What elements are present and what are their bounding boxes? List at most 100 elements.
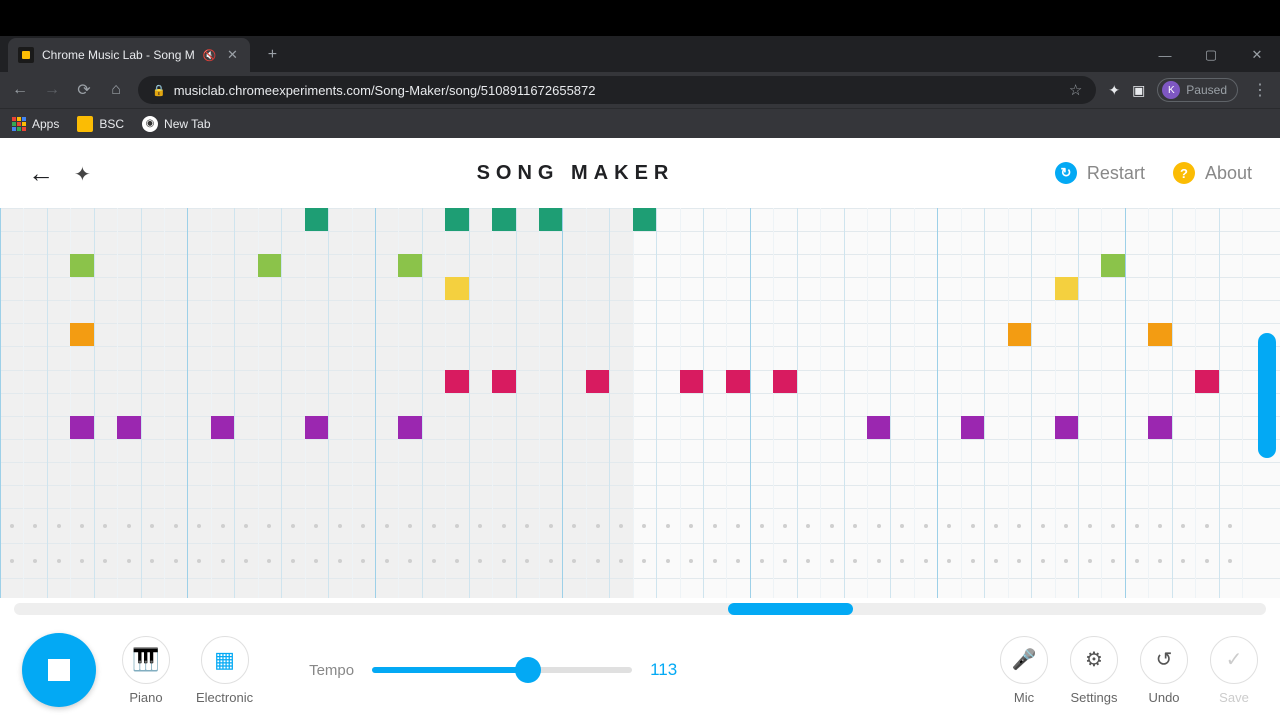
note-cell[interactable] xyxy=(398,254,421,277)
perc-cell[interactable] xyxy=(80,559,84,563)
perc-cell[interactable] xyxy=(806,524,810,528)
perc-cell[interactable] xyxy=(924,524,928,528)
perc-cell[interactable] xyxy=(1041,524,1045,528)
perc-cell[interactable] xyxy=(666,524,670,528)
hscroll-track[interactable] xyxy=(14,603,1266,615)
perc-cell[interactable] xyxy=(478,559,482,563)
note-cell[interactable] xyxy=(211,416,234,439)
perc-cell[interactable] xyxy=(1228,524,1232,528)
restart-button[interactable]: ↻ Restart xyxy=(1055,162,1145,184)
settings-button[interactable]: ⚙ Settings xyxy=(1070,636,1118,705)
perc-cell[interactable] xyxy=(783,559,787,563)
perc-cell[interactable] xyxy=(549,524,553,528)
perc-cell[interactable] xyxy=(713,524,717,528)
perc-cell[interactable] xyxy=(1017,559,1021,563)
note-cell[interactable] xyxy=(773,370,796,393)
perc-cell[interactable] xyxy=(221,559,225,563)
note-cell[interactable] xyxy=(1008,323,1031,346)
mic-button[interactable]: 🎤 Mic xyxy=(1000,636,1048,705)
perc-cell[interactable] xyxy=(432,559,436,563)
perc-cell[interactable] xyxy=(57,559,61,563)
perc-cell[interactable] xyxy=(174,559,178,563)
note-cell[interactable] xyxy=(70,416,93,439)
perc-cell[interactable] xyxy=(619,559,623,563)
perc-cell[interactable] xyxy=(314,524,318,528)
tempo-slider-thumb[interactable] xyxy=(515,657,541,683)
perc-cell[interactable] xyxy=(408,524,412,528)
note-cell[interactable] xyxy=(1148,416,1171,439)
perc-cell[interactable] xyxy=(1088,559,1092,563)
perc-cell[interactable] xyxy=(150,524,154,528)
minimize-icon[interactable]: — xyxy=(1142,38,1188,72)
home-button[interactable]: ⌂ xyxy=(106,81,126,99)
note-cell[interactable] xyxy=(1148,323,1171,346)
perc-cell[interactable] xyxy=(525,559,529,563)
perc-cell[interactable] xyxy=(1135,524,1139,528)
perc-cell[interactable] xyxy=(502,524,506,528)
bookmark-newtab[interactable]: ◉ New Tab xyxy=(142,116,210,132)
about-button[interactable]: ? About xyxy=(1173,162,1252,184)
perc-cell[interactable] xyxy=(57,524,61,528)
perc-cell[interactable] xyxy=(10,524,14,528)
perc-cell[interactable] xyxy=(572,524,576,528)
perc-cell[interactable] xyxy=(572,559,576,563)
perc-cell[interactable] xyxy=(478,524,482,528)
note-cell[interactable] xyxy=(1195,370,1218,393)
perc-cell[interactable] xyxy=(1181,559,1185,563)
perc-cell[interactable] xyxy=(127,559,131,563)
perc-cell[interactable] xyxy=(596,524,600,528)
perc-cell[interactable] xyxy=(947,559,951,563)
perc-cell[interactable] xyxy=(127,524,131,528)
perc-cell[interactable] xyxy=(900,524,904,528)
note-cell[interactable] xyxy=(1055,277,1078,300)
app-back-button[interactable]: ← xyxy=(28,158,54,189)
perc-cell[interactable] xyxy=(174,524,178,528)
perc-cell[interactable] xyxy=(853,524,857,528)
perc-cell[interactable] xyxy=(291,559,295,563)
perc-cell[interactable] xyxy=(1064,559,1068,563)
browser-tab[interactable]: Chrome Music Lab - Song M 🔇 ✕ xyxy=(8,38,250,72)
undo-button[interactable]: ↺ Undo xyxy=(1140,636,1188,705)
note-cell[interactable] xyxy=(305,416,328,439)
note-cell[interactable] xyxy=(492,208,515,231)
perc-cell[interactable] xyxy=(1064,524,1068,528)
perc-cell[interactable] xyxy=(1228,559,1232,563)
hscroll-thumb[interactable] xyxy=(728,603,853,615)
bookmark-apps[interactable]: Apps xyxy=(12,117,59,131)
perc-cell[interactable] xyxy=(900,559,904,563)
close-tab-icon[interactable]: ✕ xyxy=(224,47,240,63)
perc-cell[interactable] xyxy=(197,524,201,528)
bookmark-bsc[interactable]: BSC xyxy=(77,116,124,132)
perc-cell[interactable] xyxy=(642,559,646,563)
note-cell[interactable] xyxy=(492,370,515,393)
mute-icon[interactable]: 🔇 xyxy=(203,49,217,62)
note-cell[interactable] xyxy=(586,370,609,393)
profile-chip[interactable]: K Paused xyxy=(1157,78,1238,102)
url-input[interactable]: 🔒 musiclab.chromeexperiments.com/Song-Ma… xyxy=(138,76,1096,104)
note-grid[interactable] xyxy=(0,208,1280,598)
perc-cell[interactable] xyxy=(619,524,623,528)
perc-cell[interactable] xyxy=(596,559,600,563)
perc-cell[interactable] xyxy=(1088,524,1092,528)
perc-cell[interactable] xyxy=(33,524,37,528)
tempo-slider[interactable] xyxy=(372,667,632,673)
perc-cell[interactable] xyxy=(549,559,553,563)
perc-cell[interactable] xyxy=(338,559,342,563)
close-window-icon[interactable]: ✕ xyxy=(1234,38,1280,72)
perc-cell[interactable] xyxy=(408,559,412,563)
perc-cell[interactable] xyxy=(33,559,37,563)
reload-button[interactable]: ⟳ xyxy=(74,80,94,100)
perc-cell[interactable] xyxy=(361,524,365,528)
perc-cell[interactable] xyxy=(221,524,225,528)
note-cell[interactable] xyxy=(398,416,421,439)
note-cell[interactable] xyxy=(726,370,749,393)
extensions-icon[interactable]: ✦ xyxy=(1108,82,1120,99)
vertical-scroll-handle[interactable] xyxy=(1258,333,1276,458)
perc-cell[interactable] xyxy=(713,559,717,563)
perc-cell[interactable] xyxy=(291,524,295,528)
perc-cell[interactable] xyxy=(783,524,787,528)
note-cell[interactable] xyxy=(633,208,656,231)
instrument-perc-button[interactable]: ▦ Electronic xyxy=(196,636,253,705)
note-cell[interactable] xyxy=(680,370,703,393)
perc-cell[interactable] xyxy=(455,559,459,563)
